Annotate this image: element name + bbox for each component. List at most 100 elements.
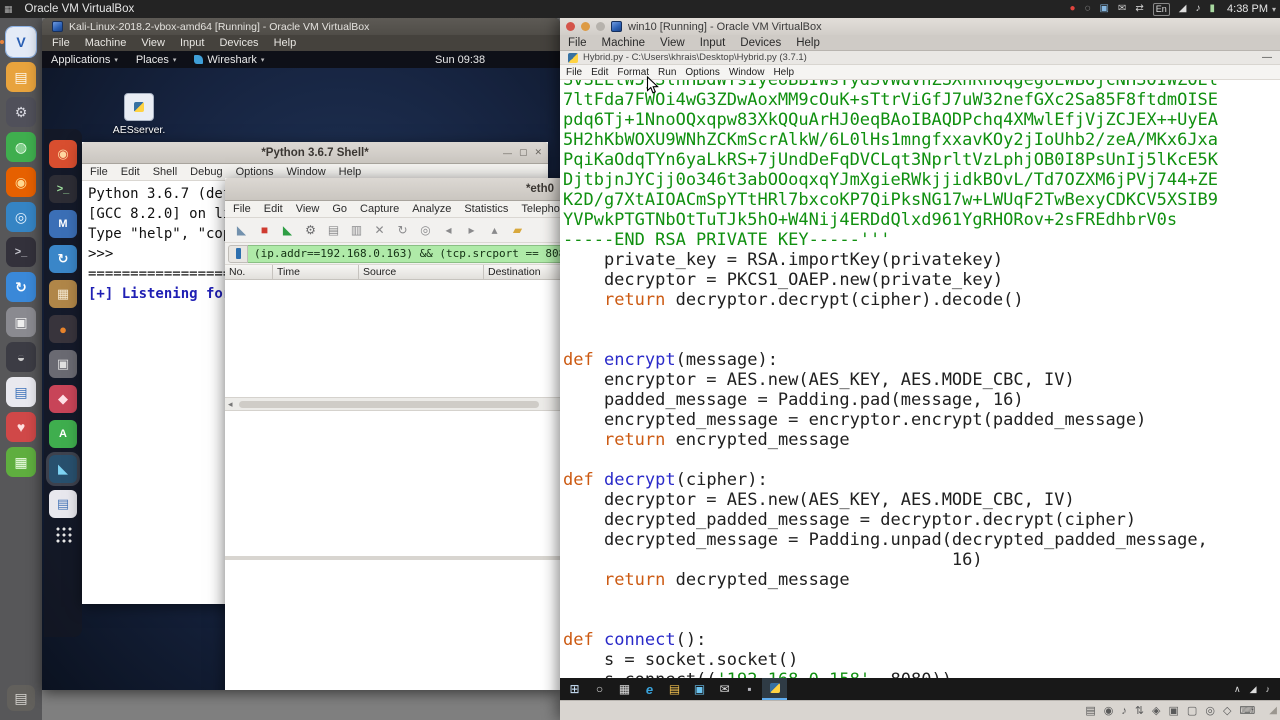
find-packet-icon[interactable]: ◎ <box>415 221 436 240</box>
shell-menu-help[interactable]: Help <box>339 166 362 178</box>
column-header-no[interactable]: No. <box>225 265 273 279</box>
status-keyboard-icon[interactable]: ⌨ <box>1239 704 1255 717</box>
wireshark-titlebar[interactable]: *eth0 — ▢ ✕ <box>225 178 560 201</box>
dock-updater[interactable]: ↻ <box>6 272 36 302</box>
sync-indicator-icon[interactable]: ⇄ <box>1135 0 1143 18</box>
kali-dock-app1[interactable]: ▣ <box>49 350 77 378</box>
keyboard-layout-indicator[interactable]: En <box>1152 2 1170 16</box>
dock-firefox[interactable]: ◉ <box>6 167 36 197</box>
dock-writer[interactable]: ▤ <box>6 377 36 407</box>
dock-calc[interactable]: ▦ <box>6 447 36 477</box>
mail-icon[interactable]: ✉ <box>712 678 737 700</box>
dock-app-gray[interactable]: ▣ <box>6 307 36 337</box>
idle-menu-format[interactable]: Format <box>617 67 649 78</box>
wireshark-menu-file[interactable]: File <box>233 203 251 215</box>
win10-menu-help[interactable]: Help <box>796 37 820 49</box>
python-shell-titlebar[interactable]: *Python 3.6.7 Shell* — ▢ ✕ <box>82 142 548 164</box>
dock-app-dark[interactable]: ◒ <box>6 342 36 372</box>
tray-up-arrow-icon[interactable]: ∧ <box>1234 684 1241 695</box>
resize-grip-icon[interactable]: ◢ <box>1269 705 1277 716</box>
close-button[interactable] <box>566 22 575 31</box>
reload-icon[interactable]: ↻ <box>392 221 413 240</box>
status-hdd-icon[interactable]: ▤ <box>1085 704 1095 717</box>
host-clock[interactable]: 4:38 PM <box>1227 3 1268 15</box>
idle-titlebar[interactable]: Hybrid.py - C:\Users\khrais\Desktop\Hybr… <box>560 51 1280 65</box>
minimize-button[interactable]: — <box>1262 52 1272 63</box>
dock-terminal[interactable]: >_ <box>6 237 36 267</box>
kali-dock-texteditor[interactable]: ▤ <box>49 490 77 518</box>
tray-volume-icon[interactable]: ♪ <box>1266 684 1271 694</box>
dock-virtualbox[interactable]: V <box>0 26 37 58</box>
packet-details-pane[interactable] <box>225 410 560 556</box>
idle-menu-help[interactable]: Help <box>773 67 794 78</box>
start-button[interactable]: ⊞ <box>562 678 587 700</box>
shell-menu-debug[interactable]: Debug <box>190 166 222 178</box>
dock-app-red[interactable]: ♥ <box>6 412 36 442</box>
kali-dock-package[interactable]: ▦ <box>49 280 77 308</box>
idle-menu-options[interactable]: Options <box>685 67 719 78</box>
kali-dock-terminal[interactable]: >_ <box>49 175 77 203</box>
kali-dock-show-apps[interactable] <box>54 526 72 543</box>
status-network-icon[interactable]: ⇅ <box>1135 704 1144 717</box>
panel-applications-menu[interactable]: Applications ▾ <box>42 51 127 68</box>
kali-menu-devices[interactable]: Devices <box>219 37 258 49</box>
kali-dock-firefox[interactable]: ◉ <box>49 140 77 168</box>
shell-menu-edit[interactable]: Edit <box>121 166 140 178</box>
wireshark-menu-go[interactable]: Go <box>332 203 347 215</box>
stop-capture-icon[interactable]: ■ <box>254 221 275 240</box>
go-back-icon[interactable]: ◂ <box>438 221 459 240</box>
status-cd-icon[interactable]: ◉ <box>1104 704 1114 717</box>
battery-icon[interactable]: ▮ <box>1210 0 1216 18</box>
wireshark-menu-statistics[interactable]: Statistics <box>464 203 508 215</box>
win10-menu-view[interactable]: View <box>660 37 685 49</box>
task-view-button[interactable]: ▦ <box>612 678 637 700</box>
open-file-icon[interactable]: ▤ <box>323 221 344 240</box>
network-icon[interactable]: ◢ <box>1179 0 1187 18</box>
file-explorer-icon[interactable]: ▤ <box>662 678 687 700</box>
notification-icon[interactable]: ● <box>1070 0 1076 18</box>
wireshark-menu-analyze[interactable]: Analyze <box>412 203 451 215</box>
status-display-icon[interactable]: ▢ <box>1187 704 1197 717</box>
go-top-icon[interactable]: ▴ <box>484 221 505 240</box>
kali-menu-view[interactable]: View <box>141 37 165 49</box>
dock-app-green[interactable]: ◍ <box>6 132 36 162</box>
status-audio-icon[interactable]: ♪ <box>1121 705 1127 717</box>
desktop-icon-aesserver[interactable]: AESserver. <box>100 93 178 136</box>
shell-menu-options[interactable]: Options <box>236 166 274 178</box>
maximize-button[interactable] <box>596 22 605 31</box>
kali-menu-machine[interactable]: Machine <box>85 37 127 49</box>
kali-dock-wireshark[interactable]: ◣ <box>49 455 77 483</box>
app-icon[interactable]: ▪ <box>737 678 762 700</box>
shell-menu-shell[interactable]: Shell <box>153 166 177 178</box>
wireshark-menu-view[interactable]: View <box>296 203 320 215</box>
kali-menu-file[interactable]: File <box>52 37 70 49</box>
kali-dock-burpsuite[interactable]: ● <box>49 315 77 343</box>
wireshark-menu-capture[interactable]: Capture <box>360 203 399 215</box>
panel-active-app-menu[interactable]: Wireshark ▾ <box>185 51 273 68</box>
volume-icon[interactable]: ♪ <box>1196 0 1201 18</box>
display-filter-input[interactable]: (ip.addr==192.168.0.163) && (tcp.srcport… <box>248 244 560 263</box>
win10-menu-devices[interactable]: Devices <box>740 37 781 49</box>
kali-menu-input[interactable]: Input <box>180 37 204 49</box>
kali-dock-zap[interactable]: A <box>49 420 77 448</box>
column-header-time[interactable]: Time <box>273 265 359 279</box>
mail-indicator-icon[interactable]: ✉ <box>1118 0 1126 18</box>
tray-network-icon[interactable]: ◢ <box>1250 684 1257 695</box>
idle-menu-edit[interactable]: Edit <box>591 67 608 78</box>
status-usb-icon[interactable]: ◈ <box>1152 704 1160 717</box>
shell-menu-file[interactable]: File <box>90 166 108 178</box>
maximize-button[interactable]: ▢ <box>519 147 528 158</box>
win10-menu-input[interactable]: Input <box>700 37 726 49</box>
kali-dock-cherrytree[interactable]: ↻ <box>49 245 77 273</box>
close-button[interactable]: ✕ <box>534 147 542 158</box>
kali-dock-app2[interactable]: ◆ <box>49 385 77 413</box>
go-forward-icon[interactable]: ▸ <box>461 221 482 240</box>
column-header-destination[interactable]: Destination <box>484 265 560 279</box>
shell-menu-window[interactable]: Window <box>287 166 326 178</box>
horizontal-scrollbar[interactable]: ◂ <box>225 397 560 410</box>
scroll-left-arrow-icon[interactable]: ◂ <box>228 399 233 410</box>
idle-editor[interactable]: SvSEEtW5jSlnHBdWTsIyeoBBIWsTydSvWdVnZSXn… <box>560 80 1280 678</box>
kali-menu-help[interactable]: Help <box>274 37 297 49</box>
close-file-icon[interactable]: ✕ <box>369 221 390 240</box>
dock-app-blue[interactable]: ◎ <box>6 202 36 232</box>
